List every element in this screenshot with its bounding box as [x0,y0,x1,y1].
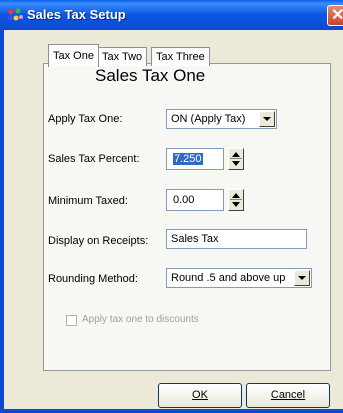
tab-tax-one[interactable]: Tax One [48,44,99,67]
apply-tax-discounts-checkbox[interactable] [66,315,77,326]
panel-heading: Sales Tax One [95,66,206,85]
display-on-receipts-value: Sales Tax [171,233,219,245]
chevron-down-icon [298,276,306,280]
tab-tax-three[interactable]: Tax Three [151,47,210,66]
display-on-receipts-input[interactable]: Sales Tax [166,229,307,249]
minimum-taxed-value: 0.00 [173,194,195,206]
rounding-method-value: Round .5 and above up [171,272,286,284]
ok-button-label: OK [192,389,208,401]
title-bar[interactable]: Sales Tax Setup ✕ [0,0,343,30]
chevron-down-icon [263,117,271,121]
close-icon: ✕ [331,7,343,24]
apply-tax-discounts-label: Apply tax one to discounts [82,314,199,325]
sales-tax-percent-value: 7.250 [173,153,203,165]
window-title: Sales Tax Setup [27,7,126,22]
minimum-taxed-input[interactable]: 0.00 [166,189,224,211]
apply-tax-select[interactable]: ON (Apply Tax) [166,109,277,129]
sales-tax-percent-stepper[interactable] [228,148,244,170]
tab-label: Tax Three [156,51,205,63]
sales-tax-percent-input[interactable]: 7.250 [166,148,224,170]
window-frame-bottom [0,409,343,413]
ok-button[interactable]: OK [158,383,242,408]
arrow-down-icon [232,202,240,207]
tab-label: Tax Two [102,51,143,63]
sales-tax-setup-window: Sales Tax Setup ✕ Tax One Tax Two Tax Th… [0,0,343,413]
window-frame-left [0,30,4,413]
apply-tax-value: ON (Apply Tax) [171,113,246,125]
arrow-down-icon [232,161,240,166]
sales-tax-percent-label: Sales Tax Percent: [48,153,140,165]
cancel-button-label: Cancel [270,389,306,401]
minimum-taxed-label: Minimum Taxed: [48,195,128,207]
arrow-up-icon [232,152,240,157]
rounding-method-label: Rounding Method: [48,273,138,285]
arrow-up-icon [232,193,240,198]
multicolor-dots-icon [7,8,23,21]
tab-tax-two[interactable]: Tax Two [97,47,148,66]
rounding-method-select[interactable]: Round .5 and above up [166,268,312,288]
stepper-divider [230,199,242,200]
minimum-taxed-stepper[interactable] [228,189,244,211]
display-on-receipts-label: Display on Receipts: [48,235,149,247]
tab-label: Tax One [53,50,94,62]
close-button[interactable]: ✕ [327,5,343,26]
dropdown-button[interactable] [259,111,275,127]
apply-tax-label: Apply Tax One: [48,113,123,125]
cancel-button[interactable]: Cancel [246,383,330,408]
stepper-divider [230,158,242,159]
dropdown-button[interactable] [294,270,310,286]
